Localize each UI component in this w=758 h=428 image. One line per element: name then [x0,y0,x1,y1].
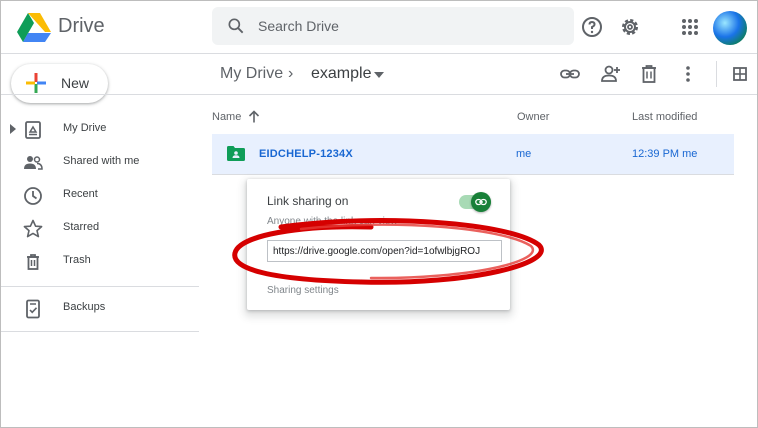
sidebar-item-label: My Drive [63,122,107,134]
breadcrumb-current[interactable]: example [311,65,371,83]
sidebar-item-starred[interactable]: Starred [1,212,199,245]
file-last-modified: 12:39 PM me [632,148,698,160]
toolbar-divider [1,94,757,95]
app-name: Drive [58,15,105,37]
sidebar-item-backups[interactable]: Backups [1,292,199,325]
breadcrumb-separator: › [288,65,294,82]
new-button[interactable]: New [11,64,108,103]
share-link-field[interactable] [267,240,502,262]
search-bar[interactable] [212,7,574,45]
settings-icon[interactable] [618,15,642,39]
plus-icon [26,73,46,93]
link-sharing-subtitle: Anyone with the link can view [267,216,398,227]
caret-down-icon[interactable] [374,72,384,78]
search-input[interactable] [258,16,558,36]
delete-icon[interactable] [638,63,660,85]
more-icon[interactable] [677,63,699,85]
my-drive-icon [25,121,41,139]
sidebar-item-recent[interactable]: Recent [1,179,199,212]
sort-up-icon[interactable] [248,110,260,123]
backup-icon [26,299,40,319]
help-icon[interactable] [580,15,604,39]
clock-icon [24,187,42,205]
sidebar-divider [1,331,199,332]
expand-arrow-icon[interactable] [10,124,16,134]
link-icon [475,198,487,206]
account-avatar[interactable] [713,11,747,45]
drive-logo-icon[interactable] [17,12,51,42]
get-link-icon[interactable] [559,63,581,85]
sidebar-item-label: Trash [63,254,91,266]
sidebar-item-trash[interactable]: Trash [1,245,199,278]
toolbar-divider [716,61,717,87]
file-owner: me [516,148,532,160]
shared-icon [24,156,43,170]
sidebar-divider [1,286,199,287]
trash-icon [27,254,39,270]
link-sharing-title: Link sharing on [267,194,349,208]
column-header-name[interactable]: Name [212,111,241,123]
apps-icon[interactable] [678,15,702,39]
share-icon[interactable] [599,63,621,85]
sharing-settings-link[interactable]: Sharing settings [267,285,339,296]
grid-view-icon[interactable] [729,63,751,85]
column-header-owner[interactable]: Owner [517,111,549,123]
sidebar-item-label: Recent [63,188,98,200]
sidebar-item-label: Starred [63,221,100,233]
sidebar-item-shared[interactable]: Shared with me [1,146,199,179]
table-row[interactable]: EIDCHELP-1234X me 12:39 PM me [212,134,734,175]
star-icon [23,219,43,238]
new-button-label: New [61,75,90,91]
search-icon[interactable] [226,16,246,36]
sidebar-item-my-drive[interactable]: My Drive [1,113,199,146]
file-name[interactable]: EIDCHELP-1234X [259,148,353,160]
sidebar-item-label: Shared with me [63,155,140,167]
top-bar: Drive [1,1,757,54]
drive-window: Drive Search Drive New My Drive Shared w… [0,0,758,428]
sidebar-item-label: Backups [63,301,106,313]
shared-folder-icon [227,146,245,161]
breadcrumb-root[interactable]: My Drive [220,65,283,83]
link-sharing-popup: Link sharing on Anyone with the link can… [247,179,510,310]
column-header-last-modified[interactable]: Last modified [632,111,697,123]
